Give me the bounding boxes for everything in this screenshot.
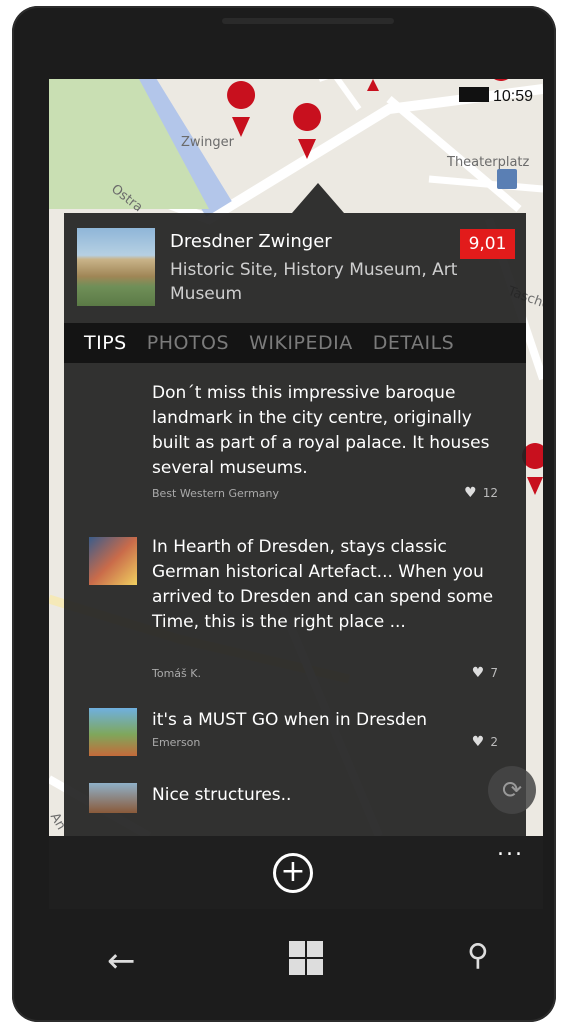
back-arrow-icon[interactable]: ←	[107, 941, 136, 981]
tip-item[interactable]: Nice structures..	[64, 783, 526, 823]
venue-categories: Historic Site, History Museum, Art Museu…	[170, 260, 458, 304]
tip-author[interactable]: Emerson	[152, 736, 200, 749]
tip-likes-count: 12	[482, 486, 498, 500]
map-label-theaterplatz: Theaterplatz	[447, 155, 530, 170]
refresh-icon[interactable]: ⟳	[488, 766, 536, 814]
map-label-zwinger: Zwinger	[181, 135, 234, 150]
card-pointer	[292, 183, 344, 213]
heart-icon: ♥	[471, 734, 485, 750]
tip-text: it's a MUST GO when in Dresden	[152, 710, 428, 730]
tip-likes[interactable]: ♥ 2	[472, 734, 498, 750]
venue-score-badge: 9,01	[460, 229, 515, 259]
tip-author[interactable]: Tomáš K.	[152, 667, 201, 680]
tab-photos[interactable]: PHOTOS	[147, 332, 229, 354]
speaker-grille	[222, 18, 394, 24]
tab-bar: TIPS PHOTOS WIKIPEDIA DETAILS	[64, 323, 526, 363]
windows-logo-icon[interactable]	[289, 941, 323, 975]
tip-likes[interactable]: ♥ 12	[464, 485, 498, 501]
heart-icon: ♥	[464, 485, 477, 501]
tip-author[interactable]: Best Western Germany	[152, 487, 279, 500]
tip-text: In Hearth of Dresden, stays classic Germ…	[152, 537, 494, 632]
app-bar: + ...	[49, 836, 543, 909]
avatar[interactable]	[89, 708, 137, 756]
tip-text: Don´t miss this impressive baroque landm…	[152, 383, 490, 478]
plus-circle-icon: +	[280, 854, 306, 889]
tab-details[interactable]: DETAILS	[373, 332, 455, 354]
tab-wikipedia[interactable]: WIKIPEDIA	[249, 332, 353, 354]
tip-likes[interactable]: ♥ 7	[472, 665, 498, 681]
venue-thumbnail[interactable]	[77, 228, 155, 306]
add-button[interactable]: +	[273, 853, 313, 893]
tip-item[interactable]: it's a MUST GO when in Dresden Emerson ♥…	[64, 708, 526, 758]
tip-text: Nice structures..	[152, 785, 292, 805]
phone-frame: Zwinger Theaterplatz Ostra Tasche An 10:…	[12, 6, 556, 1022]
map-view[interactable]: Zwinger Theaterplatz Ostra Tasche An 10:…	[49, 79, 543, 836]
tab-tips[interactable]: TIPS	[84, 332, 127, 354]
avatar[interactable]	[89, 537, 137, 585]
battery-icon	[458, 87, 489, 102]
tip-likes-count: 7	[490, 666, 498, 680]
status-time: 10:59	[492, 88, 533, 105]
search-icon[interactable]: ⚲	[467, 938, 489, 973]
venue-name: Dresdner Zwinger	[170, 231, 332, 252]
tip-item[interactable]: Don´t miss this impressive baroque landm…	[64, 381, 526, 501]
avatar[interactable]	[89, 783, 137, 813]
screen: Zwinger Theaterplatz Ostra Tasche An 10:…	[49, 79, 543, 909]
more-button[interactable]: ...	[497, 836, 524, 861]
status-bar: 10:59	[458, 87, 533, 106]
heart-icon: ♥	[471, 665, 485, 681]
venue-card: Dresdner Zwinger Historic Site, History …	[64, 183, 526, 836]
tip-item[interactable]: In Hearth of Dresden, stays classic Germ…	[64, 535, 526, 681]
tip-likes-count: 2	[490, 735, 498, 749]
